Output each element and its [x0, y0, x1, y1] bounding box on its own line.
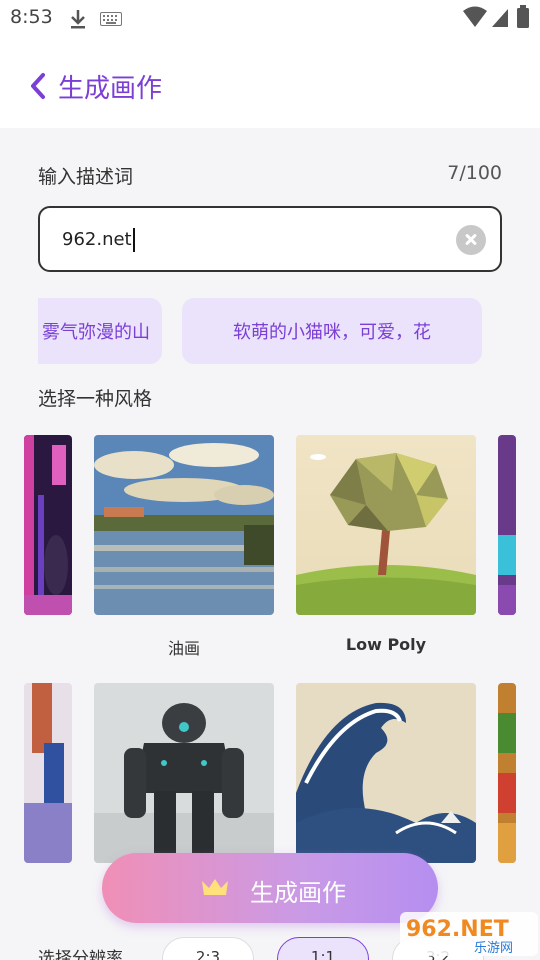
prompt-value-text: 962.net — [62, 229, 132, 250]
suggestion-chip[interactable]: 雾气弥漫的山 — [38, 298, 162, 364]
watermark-subtext: 乐游网 — [474, 941, 513, 956]
resolution-option-label: 2:3 — [195, 948, 221, 960]
mosaic-image — [498, 683, 516, 863]
download-icon — [71, 10, 85, 29]
style-thumb-low-poly[interactable] — [296, 435, 476, 615]
style-thumb-mecha[interactable] — [94, 683, 274, 863]
style-thumb-cyberpunk-partial[interactable] — [24, 435, 72, 615]
suggestion-chip-label: 雾气弥漫的山 — [42, 322, 150, 343]
pixel-art-image — [498, 435, 516, 615]
mecha-image — [94, 683, 274, 863]
watermark-text: 962.NET — [406, 917, 509, 942]
prompt-input-value: 962.net — [62, 228, 135, 252]
page-title: 生成画作 — [58, 74, 163, 104]
oil-painting-image — [94, 435, 274, 615]
style-thumb-watercolor-partial[interactable] — [24, 683, 72, 863]
prompt-counter: 7/100 — [447, 162, 502, 184]
style-section-label: 选择一种风格 — [38, 388, 153, 410]
generate-button-label: 生成画作 — [250, 879, 346, 907]
resolution-option-2-3[interactable]: 2:3 — [162, 937, 254, 960]
style-label-oil-painting: 油画 — [167, 639, 200, 658]
wifi-icon — [463, 6, 487, 27]
crown-icon — [202, 879, 228, 895]
status-time: 8:53 — [10, 6, 53, 28]
site-watermark-logo: 962.NET 乐游网 — [400, 912, 538, 956]
clear-input-icon[interactable] — [456, 225, 486, 255]
cyberpunk-image — [24, 435, 72, 615]
great-wave-image — [296, 683, 476, 863]
resolution-option-label: 1:1 — [310, 948, 336, 960]
suggestion-chip[interactable]: 软萌的小猫咪，可爱，花 — [182, 298, 482, 364]
generate-button[interactable]: 生成画作 — [102, 853, 438, 923]
prompt-input[interactable]: 962.net — [38, 206, 502, 272]
battery-icon — [517, 5, 529, 28]
back-chevron-icon[interactable] — [26, 70, 50, 102]
low-poly-image — [296, 435, 476, 615]
style-thumb-oil-painting[interactable] — [94, 435, 274, 615]
suggestion-chip-label: 软萌的小猫咪，可爱，花 — [233, 322, 431, 343]
resolution-option-1-1[interactable]: 1:1 — [277, 937, 369, 960]
style-thumb-pixel-partial[interactable] — [498, 435, 516, 615]
text-caret — [132, 228, 135, 252]
style-label-low-poly: Low Poly — [345, 635, 427, 654]
keyboard-icon — [100, 12, 122, 26]
style-thumb-ukiyoe[interactable] — [296, 683, 476, 863]
style-thumb-mosaic-partial[interactable] — [498, 683, 516, 863]
watercolor-image — [24, 683, 72, 863]
top-bar: 8:53 生成画作 — [0, 0, 540, 128]
signal-icon — [492, 9, 508, 27]
resolution-label: 选择分辨率 — [38, 949, 123, 960]
prompt-label: 输入描述词 — [38, 166, 134, 188]
